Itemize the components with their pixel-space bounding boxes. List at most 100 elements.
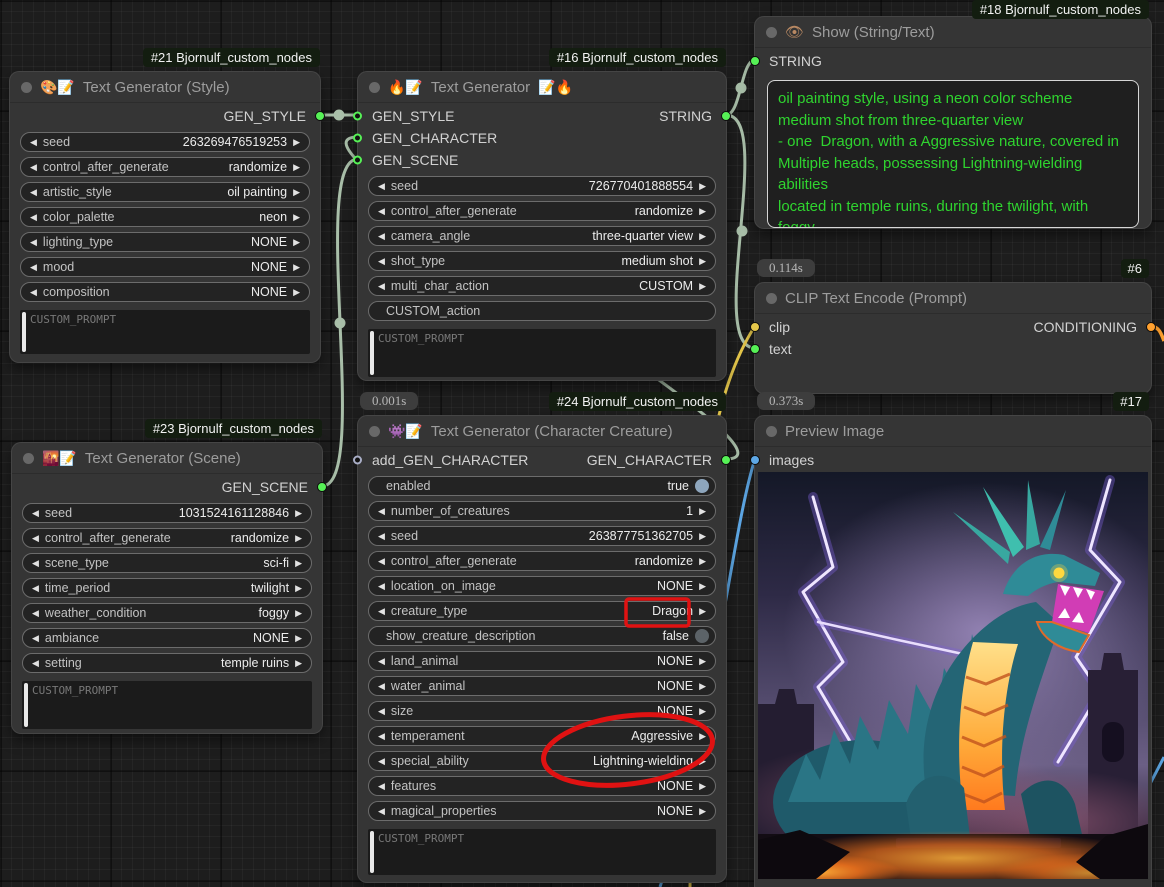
increment-arrow-icon[interactable]: ▶: [293, 163, 300, 172]
textarea-scrollbar[interactable]: [24, 683, 28, 727]
increment-arrow-icon[interactable]: ▶: [295, 509, 302, 518]
output-pin-conditioning[interactable]: [1146, 322, 1156, 332]
custom-prompt-textarea[interactable]: CUSTOM_PROMPT: [20, 310, 310, 354]
decrement-arrow-icon[interactable]: ◀: [378, 232, 385, 241]
increment-arrow-icon[interactable]: ▶: [699, 657, 706, 666]
node-title-bar[interactable]: 🔥📝 Text Generator 📝🔥: [358, 72, 726, 103]
show-text-output[interactable]: oil painting style, using a neon color s…: [767, 80, 1139, 228]
node-text-generator[interactable]: #16 Bjornulf_custom_nodes 🔥📝 Text Genera…: [358, 72, 726, 380]
collapse-dot-icon[interactable]: [766, 426, 777, 437]
decrement-arrow-icon[interactable]: ◀: [378, 507, 385, 516]
widget-land-animal[interactable]: ◀land_animalNONE▶: [368, 651, 716, 671]
decrement-arrow-icon[interactable]: ◀: [32, 584, 39, 593]
decrement-arrow-icon[interactable]: ◀: [32, 659, 39, 668]
decrement-arrow-icon[interactable]: ◀: [378, 532, 385, 541]
widget-show-creature-description[interactable]: show_creature_descriptionfalse: [368, 626, 716, 646]
widget-special-ability[interactable]: ◀special_abilityLightning-wielding▶: [368, 751, 716, 771]
toggle-off-icon[interactable]: [695, 629, 709, 643]
decrement-arrow-icon[interactable]: ◀: [378, 557, 385, 566]
widget-shot-type[interactable]: ◀shot_typemedium shot▶: [368, 251, 716, 271]
node-title-bar[interactable]: 🎨📝 Text Generator (Style): [10, 72, 320, 103]
increment-arrow-icon[interactable]: ▶: [699, 232, 706, 241]
textarea-scrollbar[interactable]: [22, 312, 26, 352]
node-title-bar[interactable]: CLIP Text Encode (Prompt): [755, 283, 1151, 314]
increment-arrow-icon[interactable]: ▶: [295, 534, 302, 543]
decrement-arrow-icon[interactable]: ◀: [378, 707, 385, 716]
decrement-arrow-icon[interactable]: ◀: [378, 207, 385, 216]
increment-arrow-icon[interactable]: ▶: [293, 263, 300, 272]
widget-camera-angle[interactable]: ◀camera_anglethree-quarter view▶: [368, 226, 716, 246]
widget-water-animal[interactable]: ◀water_animalNONE▶: [368, 676, 716, 696]
increment-arrow-icon[interactable]: ▶: [293, 213, 300, 222]
widget-features[interactable]: ◀featuresNONE▶: [368, 776, 716, 796]
decrement-arrow-icon[interactable]: ◀: [30, 263, 37, 272]
custom-prompt-textarea[interactable]: CUSTOM_PROMPT: [368, 829, 716, 875]
increment-arrow-icon[interactable]: ▶: [295, 559, 302, 568]
toggle-on-icon[interactable]: [695, 479, 709, 493]
widget-control-after-generate[interactable]: ◀control_after_generaterandomize▶: [368, 201, 716, 221]
widget-time-period[interactable]: ◀time_periodtwilight▶: [22, 578, 312, 598]
widget-custom-action[interactable]: CUSTOM_action: [368, 301, 716, 321]
widget-setting[interactable]: ◀settingtemple ruins▶: [22, 653, 312, 673]
increment-arrow-icon[interactable]: ▶: [295, 609, 302, 618]
input-pin-gen-character[interactable]: [353, 134, 362, 143]
node-title-bar[interactable]: 👁 Show (String/Text): [755, 17, 1151, 48]
node-title-bar[interactable]: Preview Image: [755, 416, 1151, 447]
collapse-dot-icon[interactable]: [21, 82, 32, 93]
widget-artistic-style[interactable]: ◀artistic_styleoil painting▶: [20, 182, 310, 202]
increment-arrow-icon[interactable]: ▶: [699, 782, 706, 791]
widget-mood[interactable]: ◀moodNONE▶: [20, 257, 310, 277]
decrement-arrow-icon[interactable]: ◀: [30, 238, 37, 247]
widget-magical-properties[interactable]: ◀magical_propertiesNONE▶: [368, 801, 716, 821]
node-text-generator-style[interactable]: #21 Bjornulf_custom_nodes 🎨📝 Text Genera…: [10, 72, 320, 362]
decrement-arrow-icon[interactable]: ◀: [32, 509, 39, 518]
decrement-arrow-icon[interactable]: ◀: [378, 582, 385, 591]
collapse-dot-icon[interactable]: [23, 453, 34, 464]
decrement-arrow-icon[interactable]: ◀: [30, 163, 37, 172]
increment-arrow-icon[interactable]: ▶: [699, 557, 706, 566]
increment-arrow-icon[interactable]: ▶: [699, 607, 706, 616]
increment-arrow-icon[interactable]: ▶: [293, 288, 300, 297]
widget-control-after-generate[interactable]: ◀control_after_generaterandomize▶: [368, 551, 716, 571]
textarea-scrollbar[interactable]: [370, 331, 374, 375]
widget-number-of-creatures[interactable]: ◀number_of_creatures1▶: [368, 501, 716, 521]
widget-control-after-generate[interactable]: ◀control_after_generaterandomize▶: [20, 157, 310, 177]
widget-ambiance[interactable]: ◀ambianceNONE▶: [22, 628, 312, 648]
widget-weather-condition[interactable]: ◀weather_conditionfoggy▶: [22, 603, 312, 623]
widget-seed[interactable]: ◀seed726770401888554▶: [368, 176, 716, 196]
node-graph-canvas[interactable]: #21 Bjornulf_custom_nodes 🎨📝 Text Genera…: [0, 0, 1164, 887]
output-pin-gen-scene[interactable]: [317, 482, 327, 492]
widget-temperament[interactable]: ◀temperamentAggressive▶: [368, 726, 716, 746]
decrement-arrow-icon[interactable]: ◀: [30, 213, 37, 222]
decrement-arrow-icon[interactable]: ◀: [378, 182, 385, 191]
input-pin-clip[interactable]: [750, 322, 760, 332]
collapse-dot-icon[interactable]: [766, 293, 777, 304]
increment-arrow-icon[interactable]: ▶: [699, 682, 706, 691]
input-pin-gen-scene[interactable]: [353, 156, 362, 165]
widget-multi-char-action[interactable]: ◀multi_char_actionCUSTOM▶: [368, 276, 716, 296]
node-show-string-text[interactable]: #18 Bjornulf_custom_nodes 👁 Show (String…: [755, 17, 1151, 228]
widget-seed[interactable]: ◀seed263877751362705▶: [368, 526, 716, 546]
collapse-dot-icon[interactable]: [369, 426, 380, 437]
node-text-generator-character-creature[interactable]: 0.001s #24 Bjornulf_custom_nodes 👾📝 Text…: [358, 416, 726, 882]
node-text-generator-scene[interactable]: #23 Bjornulf_custom_nodes 🌇📝 Text Genera…: [12, 443, 322, 733]
input-pin-images[interactable]: [750, 455, 760, 465]
decrement-arrow-icon[interactable]: ◀: [30, 188, 37, 197]
decrement-arrow-icon[interactable]: ◀: [32, 559, 39, 568]
output-pin-string[interactable]: [721, 111, 731, 121]
widget-lighting-type[interactable]: ◀lighting_typeNONE▶: [20, 232, 310, 252]
increment-arrow-icon[interactable]: ▶: [699, 807, 706, 816]
increment-arrow-icon[interactable]: ▶: [699, 207, 706, 216]
decrement-arrow-icon[interactable]: ◀: [378, 807, 385, 816]
decrement-arrow-icon[interactable]: ◀: [32, 534, 39, 543]
output-pin-gen-character[interactable]: [721, 455, 731, 465]
decrement-arrow-icon[interactable]: ◀: [378, 282, 385, 291]
increment-arrow-icon[interactable]: ▶: [295, 584, 302, 593]
widget-size[interactable]: ◀sizeNONE▶: [368, 701, 716, 721]
decrement-arrow-icon[interactable]: ◀: [378, 782, 385, 791]
textarea-scrollbar[interactable]: [370, 831, 374, 873]
widget-seed[interactable]: ◀seed1031524161128846▶: [22, 503, 312, 523]
input-pin-add-gen-character[interactable]: [353, 456, 362, 465]
widget-composition[interactable]: ◀compositionNONE▶: [20, 282, 310, 302]
widget-location-on-image[interactable]: ◀location_on_imageNONE▶: [368, 576, 716, 596]
